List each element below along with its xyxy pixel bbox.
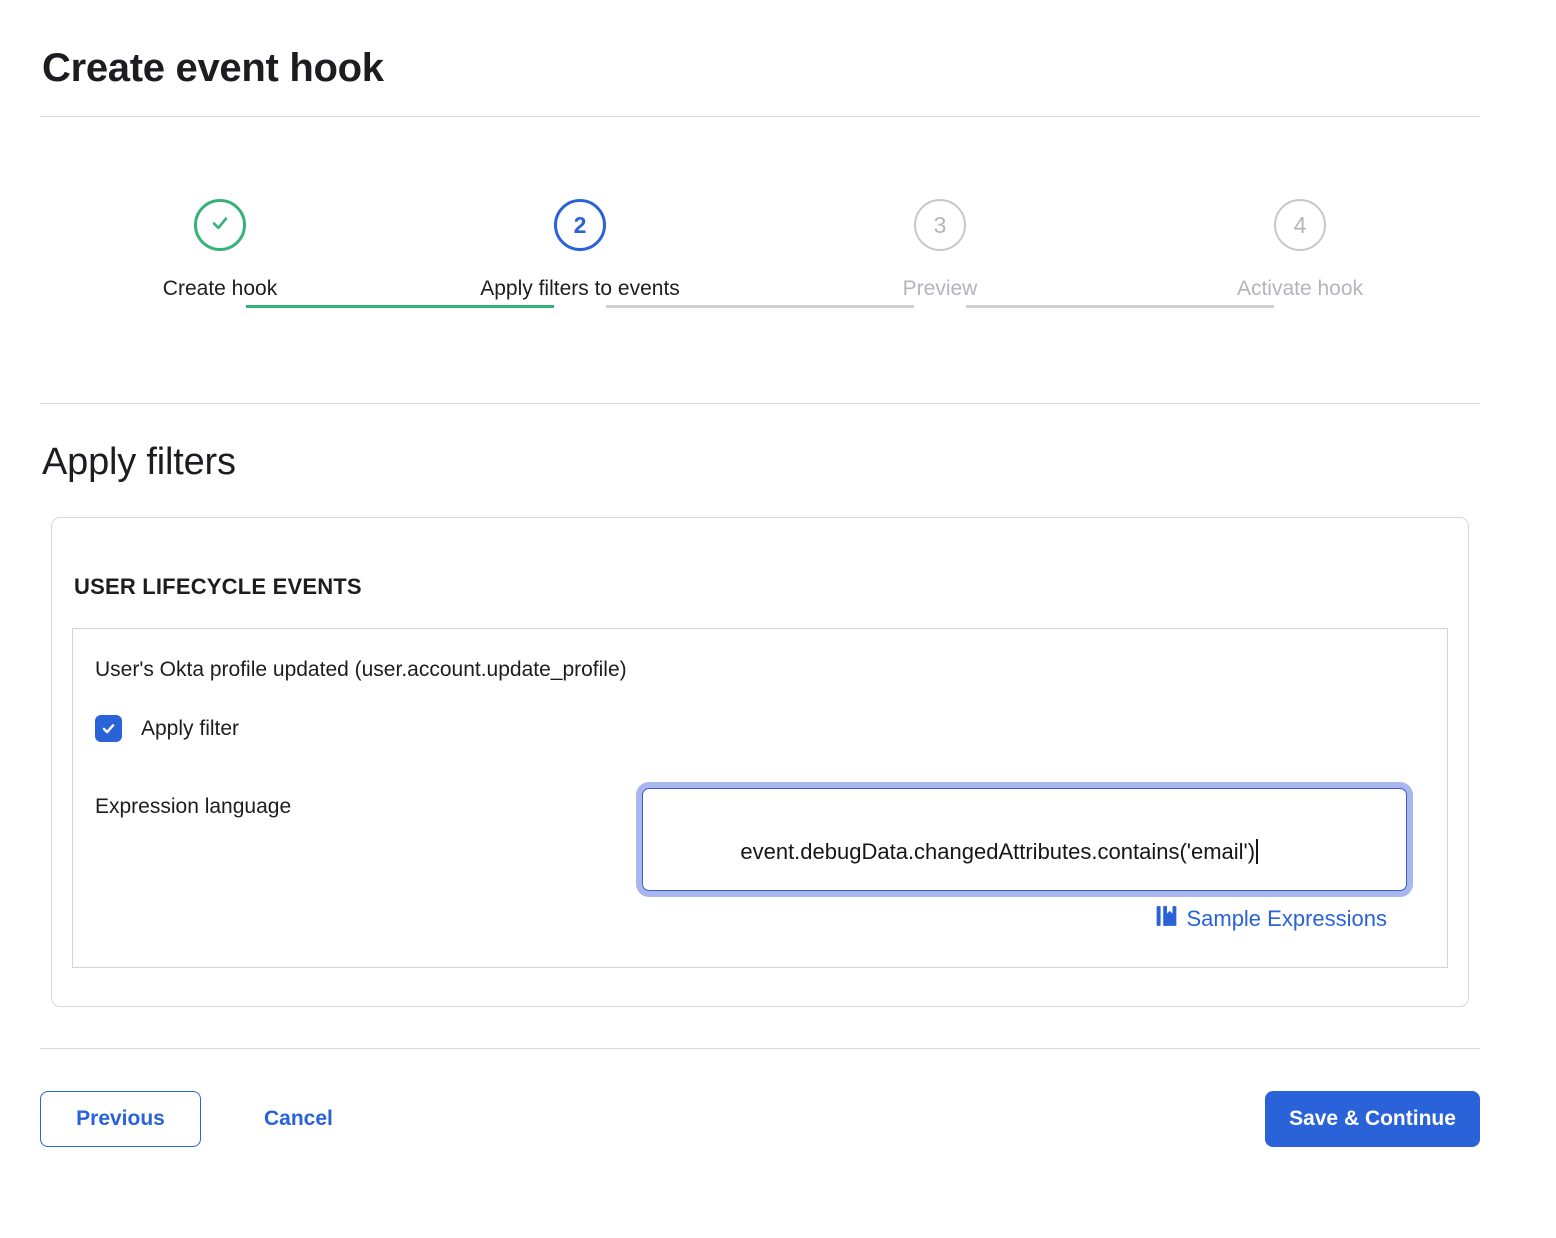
step-connector [606, 305, 914, 308]
expression-field-wrap: event.debugData.changedAttributes.contai… [642, 788, 1407, 933]
step-connector [246, 305, 554, 308]
divider [40, 403, 1480, 404]
step-number: 2 [574, 212, 587, 239]
book-icon [1156, 905, 1177, 933]
sample-expressions-row: Sample Expressions [642, 905, 1387, 933]
step-label: Activate hook [1237, 277, 1363, 301]
step-create-hook[interactable]: Create hook [40, 199, 400, 301]
page-title: Create event hook [42, 44, 1480, 92]
expression-row: Expression language event.debugData.chan… [95, 788, 1427, 933]
event-filter-box: User's Okta profile updated (user.accoun… [72, 628, 1448, 968]
footer-actions: Previous Cancel Save & Continue [40, 1091, 1480, 1147]
expression-input[interactable]: event.debugData.changedAttributes.contai… [642, 788, 1407, 891]
event-group-heading: USER LIFECYCLE EVENTS [72, 574, 1448, 600]
step-circle-complete[interactable] [194, 199, 246, 251]
apply-filter-label[interactable]: Apply filter [141, 717, 239, 741]
page-content: Create event hook Create hook 2 Apply fi… [40, 44, 1480, 1147]
filters-card: USER LIFECYCLE EVENTS User's Okta profil… [51, 517, 1469, 1007]
divider [40, 1048, 1480, 1049]
section-heading: Apply filters [42, 440, 1480, 484]
event-title: User's Okta profile updated (user.accoun… [95, 657, 1427, 683]
expression-value: event.debugData.changedAttributes.contai… [740, 839, 1255, 864]
step-circle-upcoming[interactable]: 3 [914, 199, 966, 251]
step-label: Create hook [163, 277, 277, 301]
check-icon [100, 720, 117, 737]
sample-expressions-link[interactable]: Sample Expressions [1156, 905, 1387, 933]
save-continue-button[interactable]: Save & Continue [1265, 1091, 1480, 1147]
step-circle-upcoming[interactable]: 4 [1274, 199, 1326, 251]
step-number: 3 [934, 212, 947, 239]
sample-expressions-label: Sample Expressions [1186, 906, 1387, 932]
step-preview[interactable]: 3 Preview [760, 199, 1120, 301]
step-label: Apply filters to events [480, 277, 680, 301]
step-label: Preview [903, 277, 978, 301]
wizard-stepper: Create hook 2 Apply filters to events 3 … [40, 117, 1480, 403]
step-connector [966, 305, 1274, 308]
check-icon [207, 210, 233, 241]
expression-language-label: Expression language [95, 788, 642, 820]
step-apply-filters[interactable]: 2 Apply filters to events [400, 199, 760, 301]
apply-filter-row: Apply filter [95, 715, 1427, 742]
apply-filter-checkbox[interactable] [95, 715, 122, 742]
step-circle-current[interactable]: 2 [554, 199, 606, 251]
step-number: 4 [1294, 212, 1307, 239]
text-caret [1256, 839, 1258, 864]
step-activate-hook[interactable]: 4 Activate hook [1120, 199, 1480, 301]
cancel-link[interactable]: Cancel [264, 1107, 333, 1131]
previous-button[interactable]: Previous [40, 1091, 201, 1147]
